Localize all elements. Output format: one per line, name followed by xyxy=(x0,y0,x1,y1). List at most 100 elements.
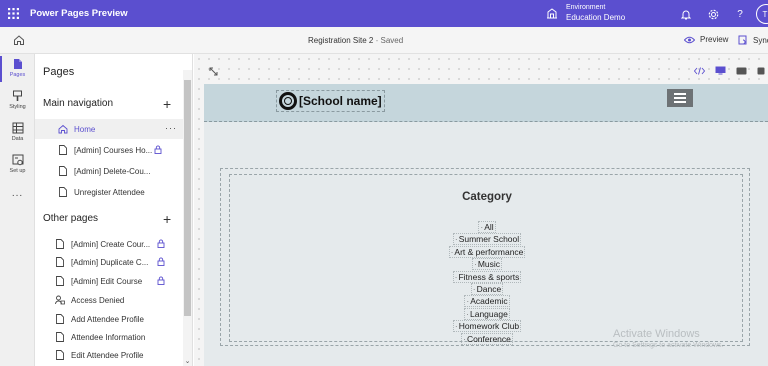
page-item-admin-courses-home[interactable]: [Admin] Courses Ho... xyxy=(35,140,183,160)
page-label: Unregister Attendee xyxy=(74,187,145,197)
category-item[interactable]: Summer School xyxy=(452,233,522,246)
site-header: [School name] xyxy=(204,84,768,122)
category-container: Category All Summer School Art & perform… xyxy=(229,174,744,345)
page-item-attendee-information[interactable]: Attendee Information xyxy=(35,327,183,347)
mobile-view-icon[interactable] xyxy=(757,67,765,75)
site-preview: [School name] Category All Summer School… xyxy=(204,84,768,366)
site-logo[interactable]: [School name] xyxy=(276,90,385,112)
lock-icon xyxy=(154,145,162,154)
rail-item-data[interactable]: Data xyxy=(0,122,35,142)
rail-item-pages[interactable]: Pages xyxy=(0,58,35,78)
page-label: Edit Attendee Profile xyxy=(71,350,144,360)
canvas-toolbar xyxy=(694,66,768,75)
category-item[interactable]: Art & performance xyxy=(448,245,526,258)
page-item-add-attendee-profile[interactable]: Add Attendee Profile xyxy=(35,309,183,329)
page-label: Home xyxy=(74,124,96,134)
page-item-home[interactable]: Home ··· xyxy=(35,119,183,139)
page-icon xyxy=(55,276,65,287)
more-options-icon[interactable]: ··· xyxy=(165,123,177,133)
page-icon xyxy=(58,166,68,177)
category-item[interactable]: Fitness & sports xyxy=(452,270,522,283)
rail-label-styling: Styling xyxy=(9,104,26,110)
desktop-view-icon[interactable] xyxy=(715,66,726,75)
setup-icon xyxy=(12,154,23,166)
table-icon xyxy=(12,122,23,134)
command-bar: Registration Site 2 - Saved Preview Sync xyxy=(0,27,768,54)
code-icon[interactable] xyxy=(694,66,705,75)
rail-label-setup: Set up xyxy=(9,168,26,174)
category-list: All Summer School Art & performance Musi… xyxy=(230,221,744,345)
page-item-admin-duplicate-course[interactable]: [Admin] Duplicate C... xyxy=(35,252,183,272)
page-label: [Admin] Duplicate C... xyxy=(71,257,149,267)
expand-icon[interactable] xyxy=(208,66,219,77)
page-item-admin-edit-course[interactable]: [Admin] Edit Course xyxy=(35,271,183,291)
site-status: Registration Site 2 - Saved xyxy=(308,36,403,45)
category-item[interactable]: All xyxy=(478,221,496,233)
app-launcher-icon[interactable] xyxy=(0,0,26,27)
site-name: Registration Site 2 xyxy=(308,36,374,45)
category-item[interactable]: Conference xyxy=(461,332,513,345)
page-item-admin-delete-course[interactable]: [Admin] Delete-Cou... xyxy=(35,161,183,181)
page-icon xyxy=(55,350,65,361)
page-icon xyxy=(55,239,65,250)
page-item-admin-create-course[interactable]: [Admin] Create Cour... xyxy=(35,234,183,254)
page-label: [Admin] Create Cour... xyxy=(71,239,151,249)
bell-icon[interactable] xyxy=(679,7,693,21)
rail-label-data: Data xyxy=(11,136,24,142)
preview-button[interactable]: Preview xyxy=(684,35,728,44)
page-label: [Admin] Courses Ho... xyxy=(74,145,153,155)
other-pages-title: Other pages xyxy=(43,213,99,224)
watermark-title: Activate Windows xyxy=(613,328,700,340)
scrollbar-thumb[interactable] xyxy=(184,80,191,316)
left-rail: Pages Styling Data Set up ... xyxy=(0,54,35,366)
category-item[interactable]: Music xyxy=(471,258,503,271)
lock-icon xyxy=(157,257,165,266)
paint-brush-icon xyxy=(13,90,22,101)
sync-icon xyxy=(738,35,747,45)
add-main-nav-page-button[interactable]: + xyxy=(163,97,171,111)
environment-label: Environment xyxy=(566,4,606,11)
page-label: Access Denied xyxy=(71,295,125,305)
rail-more-button[interactable]: ... xyxy=(0,188,35,199)
hamburger-menu-icon[interactable] xyxy=(667,89,693,107)
watermark-subtitle: Go to Settings to activate Windows. xyxy=(613,342,724,349)
person-lock-icon xyxy=(55,295,65,306)
environment-picker[interactable]: Environment Education Demo xyxy=(546,3,625,23)
category-item[interactable]: Academic xyxy=(464,295,510,308)
add-other-page-button[interactable]: + xyxy=(163,212,171,226)
lock-icon xyxy=(157,276,165,285)
category-item[interactable]: Homework Club xyxy=(452,320,522,333)
category-section[interactable]: Category All Summer School Art & perform… xyxy=(220,168,750,346)
activate-windows-watermark: Activate Windows Go to Settings to activ… xyxy=(613,328,724,349)
page-item-access-denied[interactable]: Access Denied xyxy=(35,290,183,310)
page-label: [Admin] Delete-Cou... xyxy=(74,166,151,176)
page-item-unregister-attendee[interactable]: Unregister Attendee xyxy=(35,182,183,202)
sync-label: Sync xyxy=(753,35,768,45)
environment-name: Education Demo xyxy=(566,13,626,22)
panel-scrollbar[interactable]: ⌄ xyxy=(183,70,192,366)
page-icon xyxy=(55,257,65,268)
category-item[interactable]: Dance xyxy=(470,282,504,295)
category-item[interactable]: Language xyxy=(464,307,510,320)
rail-item-setup[interactable]: Set up xyxy=(0,154,35,174)
help-icon[interactable]: ? xyxy=(733,7,747,21)
gear-icon[interactable] xyxy=(706,7,720,21)
tablet-view-icon[interactable] xyxy=(736,67,747,75)
page-label: Attendee Information xyxy=(71,332,146,342)
design-canvas: [School name] Category All Summer School… xyxy=(194,54,768,366)
page-icon xyxy=(58,145,68,156)
avatar[interactable]: TI xyxy=(756,4,768,24)
page-icon xyxy=(55,332,65,343)
logo-icon xyxy=(279,92,297,110)
environment-icon xyxy=(547,8,557,19)
home-icon xyxy=(58,124,68,135)
sync-button[interactable]: Sync xyxy=(738,35,768,45)
app-title: Power Pages Preview xyxy=(30,8,128,19)
home-icon[interactable] xyxy=(13,34,25,46)
lock-icon xyxy=(157,239,165,248)
page-item-edit-attendee-profile[interactable]: Edit Attendee Profile xyxy=(35,345,183,365)
rail-item-styling[interactable]: Styling xyxy=(0,90,35,110)
page-icon xyxy=(13,59,22,69)
chevron-down-icon[interactable]: ⌄ xyxy=(184,358,191,366)
rail-label-pages: Pages xyxy=(9,72,26,78)
